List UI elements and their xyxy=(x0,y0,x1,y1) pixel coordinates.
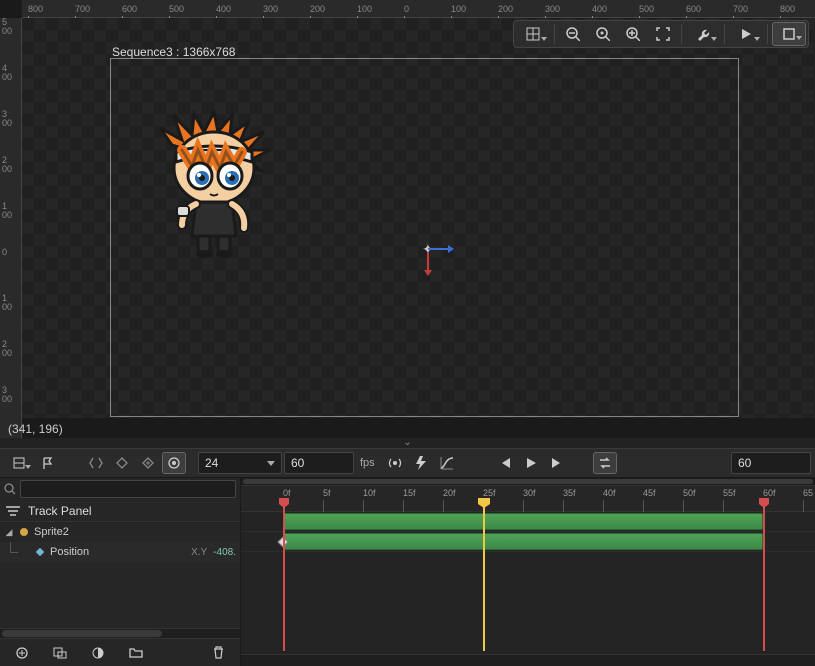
track-panel: Track Panel ◢ Sprite2 Position X.Y -408. xyxy=(0,478,241,666)
clip[interactable] xyxy=(283,533,763,550)
timeline-ruler[interactable]: 0f5f10f15f20f25f30f35f40f45f50f55f60f65 xyxy=(241,486,815,512)
tree-line xyxy=(4,542,16,562)
track-label: Sprite2 xyxy=(34,526,236,538)
current-frame-field[interactable]: 60 xyxy=(731,452,811,474)
add-track-button[interactable] xyxy=(8,641,36,665)
track-row-asset[interactable]: ◢ Sprite2 xyxy=(0,522,240,542)
fps-select[interactable]: 24 xyxy=(198,452,282,474)
fit-screen-button[interactable] xyxy=(649,22,677,46)
zoom-reset-button[interactable] xyxy=(589,22,617,46)
zoom-in-button[interactable] xyxy=(619,22,647,46)
timeline-overview[interactable] xyxy=(241,478,815,486)
filter-icon[interactable] xyxy=(6,506,20,516)
fps-value-field[interactable]: 60 xyxy=(284,452,354,474)
origin-gizmo[interactable]: ✦ xyxy=(414,237,454,277)
expand-arrow-icon[interactable]: ◢ xyxy=(4,527,14,538)
param-suffix: X.Y xyxy=(191,547,207,558)
gizmo-x-arrow xyxy=(448,245,454,253)
track-row-param[interactable]: Position X.Y -408. xyxy=(0,542,240,562)
param-label: Position xyxy=(50,546,187,558)
bottom-panel: 24 60 fps 60 Track Panel xyxy=(0,448,815,666)
canvas-toolbar xyxy=(513,20,809,48)
sequence-label: Sequence3 : 1366x768 xyxy=(112,45,235,59)
sprite-icon xyxy=(18,527,30,537)
color-adjust-button[interactable] xyxy=(84,641,112,665)
dope-mode-button[interactable] xyxy=(4,452,34,474)
keyframe-add-button[interactable] xyxy=(136,452,160,474)
delete-track-button[interactable] xyxy=(204,641,232,665)
fps-label: fps xyxy=(360,457,375,469)
track-panel-scrollbar[interactable] xyxy=(0,628,240,638)
zoom-out-button[interactable] xyxy=(559,22,587,46)
timeline-scrollbar[interactable] xyxy=(241,654,815,666)
go-end-button[interactable] xyxy=(545,452,569,474)
range-start-marker[interactable] xyxy=(283,500,285,651)
grid-options-button[interactable] xyxy=(516,22,550,46)
search-icon xyxy=(4,483,16,495)
cursor-coordinates: (341, 196) xyxy=(8,422,63,436)
track-panel-title: Track Panel xyxy=(28,504,92,518)
track-search-input[interactable] xyxy=(20,480,236,498)
ruler-horizontal[interactable]: 8007006005004003002001000100200300400500… xyxy=(22,0,815,18)
ruler-vertical[interactable]: 5004003002001000100200300 xyxy=(0,18,22,438)
preview-play-button[interactable] xyxy=(729,22,763,46)
range-end-marker[interactable] xyxy=(763,500,765,651)
clipping-mask-button[interactable] xyxy=(46,641,74,665)
track-panel-footer xyxy=(0,638,240,666)
gizmo-y-axis[interactable] xyxy=(427,252,429,272)
timeline-track[interactable] xyxy=(241,512,815,532)
canvas-area: 8007006005004003002001000100200300400500… xyxy=(0,0,815,438)
clip[interactable] xyxy=(283,513,763,530)
gizmo-x-axis[interactable] xyxy=(428,248,450,250)
auto-key-button[interactable] xyxy=(162,452,186,474)
canvas-frame-button[interactable] xyxy=(772,22,806,46)
curve-editor-button[interactable] xyxy=(435,452,459,474)
key-diamond-icon xyxy=(34,548,46,556)
folder-button[interactable] xyxy=(122,641,150,665)
keyframe-delete-button[interactable] xyxy=(110,452,134,474)
loop-button[interactable] xyxy=(593,452,617,474)
event-button[interactable] xyxy=(409,452,433,474)
flag-button[interactable] xyxy=(36,452,60,474)
play-button[interactable] xyxy=(519,452,543,474)
playback-toolbar: 24 60 fps 60 xyxy=(0,448,815,478)
timeline: 0f5f10f15f20f25f30f35f40f45f50f55f60f65 xyxy=(241,478,815,666)
playhead[interactable] xyxy=(483,500,485,651)
sprite-instance[interactable] xyxy=(152,110,282,260)
broadcast-button[interactable] xyxy=(383,452,407,474)
tools-menu-button[interactable] xyxy=(686,22,720,46)
viewport[interactable]: Sequence3 : 1366x768 ✦ xyxy=(22,18,815,418)
go-start-button[interactable] xyxy=(493,452,517,474)
timeline-track[interactable] xyxy=(241,532,815,552)
panel-divider[interactable] xyxy=(0,438,815,448)
param-value[interactable]: -408. xyxy=(213,547,236,558)
timeline-body[interactable] xyxy=(241,512,815,654)
gizmo-y-arrow xyxy=(424,270,432,276)
keyframe-split-button[interactable] xyxy=(84,452,108,474)
track-list: ◢ Sprite2 Position X.Y -408. xyxy=(0,522,240,628)
